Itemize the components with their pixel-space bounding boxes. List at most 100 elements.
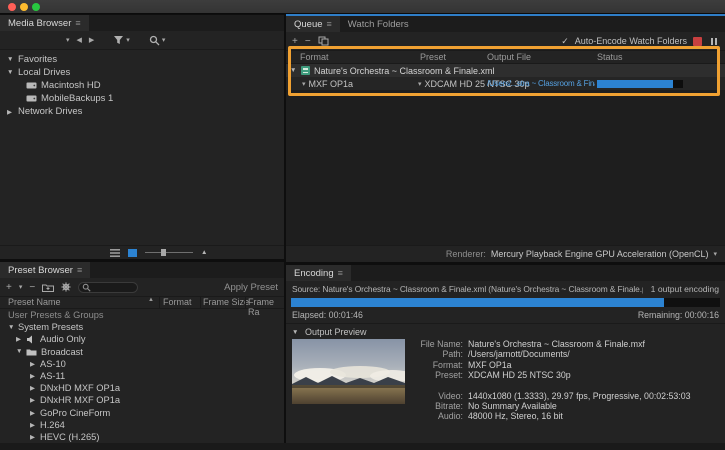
column-header-output-file[interactable]: Output File [487, 52, 531, 62]
preset-row-user-presets[interactable]: User Presets & Groups [0, 309, 284, 321]
chevron-right-icon[interactable]: ▶ [30, 433, 39, 441]
chevron-down-icon[interactable]: ▼ [292, 329, 301, 336]
caret-down-icon[interactable]: ▾ [302, 80, 306, 88]
close-window-button[interactable] [8, 3, 16, 11]
new-group-folder-icon[interactable] [42, 283, 54, 292]
forward-icon[interactable]: ▶ [89, 36, 94, 44]
chevron-right-icon[interactable]: ▶ [30, 372, 39, 380]
chevron-right-icon[interactable]: ▶ [16, 335, 25, 343]
column-header-status[interactable]: Status [597, 52, 623, 62]
chevron-right-icon[interactable]: ▶ [30, 384, 39, 392]
zoom-in-icon[interactable]: ▲ [201, 249, 210, 256]
chevron-down-icon[interactable]: ▼ [7, 56, 16, 63]
chevron-right-icon[interactable]: ▶ [30, 396, 39, 404]
queue-group-row[interactable]: ▼ Nature's Orchestra ~ Classroom & Final… [286, 64, 725, 77]
column-header-frame-size[interactable]: Frame Size [203, 297, 249, 307]
job-output-file-link[interactable]: /Users/...stra ~ Classroom & Finale.mxf [487, 79, 595, 88]
job-progress-fill [597, 80, 673, 88]
job-format-value: MXF OP1a [309, 79, 354, 89]
encoding-tab[interactable]: Encoding ≡ [286, 265, 351, 281]
preset-row-dnxhr[interactable]: ▶ DNxHR MXF OP1a [0, 394, 284, 406]
titlebar[interactable] [0, 0, 725, 14]
column-header-frame-rate[interactable]: Frame Ra [248, 297, 284, 317]
panel-menu-icon[interactable]: ≡ [327, 19, 332, 29]
duplicate-icon[interactable] [318, 36, 329, 46]
preset-row-as-11[interactable]: ▶ AS-11 [0, 370, 284, 382]
tree-item-network-drives[interactable]: ▶ Network Drives [0, 105, 284, 118]
media-browser-tab[interactable]: Media Browser ≡ [0, 15, 89, 31]
remaining-label: Remaining: 00:00:16 [638, 310, 719, 320]
tab-watch-folders[interactable]: Watch Folders [340, 16, 417, 32]
remove-button[interactable]: − [305, 36, 311, 47]
preset-row-label: H.264 [40, 420, 65, 430]
pause-queue-button[interactable] [708, 37, 719, 46]
caret-down-icon[interactable]: ▾ [713, 250, 717, 258]
preset-row-hevc[interactable]: ▶ HEVC (H.265) [0, 431, 284, 443]
chevron-right-icon[interactable]: ▶ [30, 421, 39, 429]
chevron-right-icon[interactable]: ▶ [7, 108, 16, 116]
output-count-label: 1 output encoding [651, 284, 719, 294]
tree-item-mobilebackups[interactable]: MobileBackups 1 [0, 92, 284, 105]
new-preset-caret-icon[interactable]: ▾ [19, 283, 23, 291]
preset-settings-gear-icon[interactable] [61, 282, 71, 292]
encoding-details: File Name: Nature's Orchestra ~ Classroo… [415, 339, 691, 422]
preset-row-label: HEVC (H.265) [40, 432, 99, 442]
preset-row-gopro-cineform[interactable]: ▶ GoPro CineForm [0, 407, 284, 419]
preset-row-label: AS-11 [40, 371, 65, 381]
queue-job-row[interactable]: ▾ MXF OP1a ▾ XDCAM HD 25 NTSC 30p /Users… [286, 77, 725, 90]
chevron-right-icon[interactable]: ▶ [30, 360, 39, 368]
chevron-down-icon[interactable]: ▼ [7, 69, 16, 76]
preset-row-audio-only[interactable]: ▶ Audio Only [0, 333, 284, 345]
column-header-format[interactable]: Format [163, 297, 192, 307]
auto-encode-label[interactable]: Auto-Encode Watch Folders [575, 36, 687, 46]
caret-down-icon[interactable]: ▾ [418, 80, 422, 88]
encoding-panel: Encoding ≡ Source: Nature's Orchestra ~ … [286, 265, 725, 443]
source-dropdown-icon[interactable]: ▾ [66, 36, 70, 44]
panel-menu-icon[interactable]: ≡ [77, 265, 82, 275]
column-header-preset[interactable]: Preset [420, 52, 446, 62]
preset-browser-tab[interactable]: Preset Browser ≡ [0, 262, 90, 278]
filter-icon[interactable] [113, 35, 124, 45]
preset-row-dnxhd[interactable]: ▶ DNxHD MXF OP1a [0, 382, 284, 394]
search-icon[interactable] [149, 35, 160, 46]
list-view-icon[interactable] [110, 249, 120, 257]
filter-caret-icon[interactable]: ▾ [126, 36, 130, 44]
sort-ascending-icon[interactable]: ▲ [148, 297, 154, 303]
chevron-down-icon[interactable]: ▼ [8, 324, 17, 331]
preset-row-h264[interactable]: ▶ H.264 [0, 419, 284, 431]
delete-preset-button[interactable]: − [29, 282, 35, 293]
tree-item-macintosh-hd[interactable]: Macintosh HD [0, 79, 284, 92]
new-preset-button[interactable]: + [6, 282, 12, 293]
add-source-button[interactable]: + [292, 36, 298, 47]
preset-row-system-presets[interactable]: ▼ System Presets [0, 321, 284, 333]
chevron-down-icon[interactable]: ▼ [290, 67, 299, 74]
minimize-window-button[interactable] [20, 3, 28, 11]
job-format-dropdown[interactable]: ▾ MXF OP1a [302, 77, 353, 90]
panel-menu-icon[interactable]: ≡ [338, 268, 343, 278]
back-icon[interactable]: ◀ [77, 36, 82, 44]
preset-row-broadcast[interactable]: ▼ Broadcast [0, 346, 284, 358]
panel-menu-icon[interactable]: ≡ [75, 18, 80, 28]
detail-label: Bitrate: [415, 401, 463, 411]
thumbnail-zoom-slider[interactable] [145, 252, 193, 253]
search-icon [82, 283, 91, 292]
thumbnail-view-icon[interactable] [128, 249, 137, 257]
check-icon: ✓ [561, 36, 569, 47]
encoding-tabbar: Encoding ≡ [286, 265, 725, 281]
tree-item-local-drives[interactable]: ▼ Local Drives [0, 66, 284, 79]
zoom-window-button[interactable] [32, 3, 40, 11]
search-caret-icon[interactable]: ▾ [162, 36, 166, 44]
tree-item-favorites[interactable]: ▼ Favorites [0, 53, 284, 66]
apply-preset-button[interactable]: Apply Preset [224, 282, 278, 293]
column-header-format[interactable]: Format [300, 52, 329, 62]
preset-search-input[interactable] [78, 282, 138, 293]
column-header-preset-name[interactable]: Preset Name [8, 297, 61, 307]
renderer-select[interactable]: Mercury Playback Engine GPU Acceleration… [491, 249, 709, 259]
tab-queue[interactable]: Queue ≡ [286, 16, 340, 32]
slider-thumb[interactable] [161, 249, 166, 256]
output-preview-toggle[interactable]: ▼ Output Preview [286, 324, 725, 339]
preset-row-as-10[interactable]: ▶ AS-10 [0, 358, 284, 370]
chevron-down-icon[interactable]: ▼ [16, 348, 25, 355]
stop-queue-button[interactable] [693, 37, 702, 46]
chevron-right-icon[interactable]: ▶ [30, 409, 39, 417]
